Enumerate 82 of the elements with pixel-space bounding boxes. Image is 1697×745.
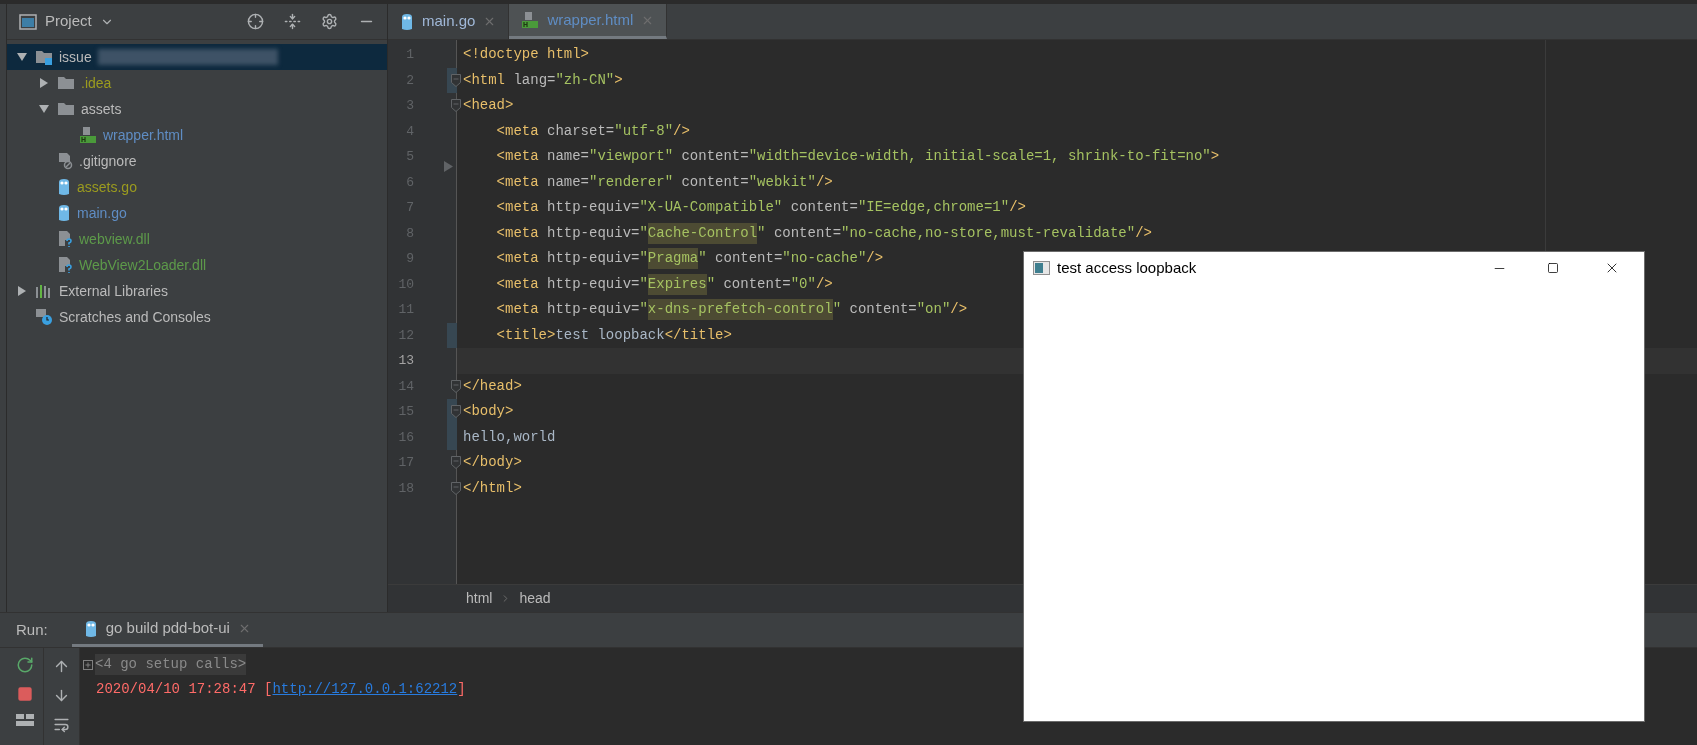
fold-marker-icon[interactable] — [451, 481, 461, 495]
fold-marker-icon[interactable] — [451, 99, 461, 113]
gopher-icon — [83, 619, 98, 638]
ignored-file-icon — [57, 152, 73, 170]
code-line: <!doctype html> — [462, 45, 591, 65]
tree-item-label: .idea — [81, 73, 112, 93]
tree-item-label: External Libraries — [59, 281, 168, 301]
tree-item-label: webview.dll — [79, 229, 150, 249]
expanded-arrow-icon[interactable] — [39, 104, 49, 114]
app-icon — [1033, 261, 1050, 275]
html-file-icon — [79, 126, 97, 144]
stop-icon[interactable] — [17, 686, 33, 702]
locate-icon[interactable] — [247, 13, 264, 30]
url-link[interactable]: http://127.0.0.1:62212 — [272, 679, 458, 700]
tree-item-label: Scratches and Consoles — [59, 307, 211, 327]
collapse-icon[interactable] — [284, 13, 301, 30]
fold-marker-icon[interactable] — [451, 73, 461, 87]
tree-item[interactable]: webview.dll — [7, 226, 387, 252]
up-arrow-icon[interactable] — [53, 658, 70, 675]
folder-icon — [57, 102, 75, 116]
tree-item-label: assets.go — [77, 177, 137, 197]
code-line: <html lang="zh-CN"> — [462, 70, 624, 90]
tree-item-label: issue — [59, 47, 92, 67]
window-title: test access loopback — [1057, 257, 1197, 278]
html-file-icon — [521, 11, 540, 29]
code-line: </body> — [462, 453, 523, 473]
tree-item-label: WebView2Loader.dll — [79, 255, 207, 275]
breadcrumb[interactable]: head — [519, 588, 551, 609]
unknown-file-icon — [57, 256, 73, 274]
maximize-icon[interactable] — [1547, 262, 1559, 274]
tree-item[interactable]: assets — [7, 96, 387, 122]
fold-marker-icon[interactable] — [451, 456, 461, 470]
tree-item[interactable]: wrapper.html — [7, 122, 387, 148]
code-line: hello,world — [462, 427, 557, 447]
tree-item[interactable]: .idea — [7, 70, 387, 96]
settings-icon[interactable] — [321, 13, 338, 30]
layout-icon[interactable] — [16, 714, 34, 726]
collapsed-arrow-icon[interactable] — [17, 286, 27, 296]
panel-icon — [19, 13, 37, 30]
tree-item[interactable]: .gitignore — [7, 148, 387, 174]
log-line: 2020/04/10 17:28:47 [http://127.0.0.1:62212] — [83, 677, 466, 702]
tree-item[interactable]: External Libraries — [7, 278, 387, 304]
scratches-icon — [35, 308, 53, 326]
expand-icon[interactable] — [83, 659, 93, 670]
code-line: <meta charset="utf-8"/> — [495, 121, 691, 141]
tree-item[interactable]: issue — [7, 44, 387, 70]
code-line: </html> — [462, 478, 523, 498]
code-line: <title>test loopback</title> — [495, 325, 733, 345]
code-line: <meta http-equiv="Cache-Control" content="no-cache,no-store,must-revalidate"/> — [457, 220, 1697, 246]
tree-item-label: assets — [81, 99, 122, 119]
down-arrow-icon[interactable] — [53, 687, 70, 704]
tree-item[interactable]: assets.go — [7, 174, 387, 200]
tree-item-label: .gitignore — [79, 151, 137, 171]
fold-marker-icon[interactable] — [451, 405, 461, 419]
tree-item[interactable]: WebView2Loader.dll — [7, 252, 387, 278]
code-line: <body> — [462, 402, 515, 422]
gopher-icon — [57, 204, 71, 222]
code-line: </head> — [462, 376, 523, 396]
soft-wrap-icon[interactable] — [53, 716, 70, 733]
breadcrumb[interactable]: html — [466, 588, 493, 609]
code-line: <meta name="viewport" content="width=device-width, initial-scale=1, shrink-to-fit=no"> — [495, 147, 1221, 167]
rerun-icon[interactable] — [16, 656, 34, 674]
panel-title[interactable]: Project — [45, 10, 92, 33]
collapsed-arrow-icon[interactable] — [39, 78, 49, 88]
collapsed-output[interactable]: <4 go setup calls> — [95, 654, 247, 675]
fold-marker-icon[interactable] — [451, 379, 461, 393]
tree-item[interactable]: main.go — [7, 200, 387, 226]
code-line: <meta http-equiv="X-UA-Compatible" content="IE=edge,chrome=1"/> — [495, 198, 1027, 218]
library-icon — [35, 284, 53, 298]
expanded-arrow-icon[interactable] — [17, 52, 27, 62]
tree-item-label: main.go — [77, 203, 127, 223]
tree-item-label: wrapper.html — [103, 125, 184, 145]
folder-icon — [57, 76, 75, 90]
tree-item[interactable]: Scratches and Consoles — [7, 304, 387, 330]
line-number: 13 — [397, 352, 414, 370]
run-label: Run: — [15, 619, 49, 640]
unknown-file-icon — [57, 230, 73, 248]
gopher-icon — [57, 178, 71, 196]
code-line: <head> — [462, 96, 515, 116]
project-folder-icon — [35, 49, 53, 65]
gopher-icon — [400, 12, 414, 31]
code-line: <meta name="renderer" content="webkit"/> — [495, 172, 834, 192]
